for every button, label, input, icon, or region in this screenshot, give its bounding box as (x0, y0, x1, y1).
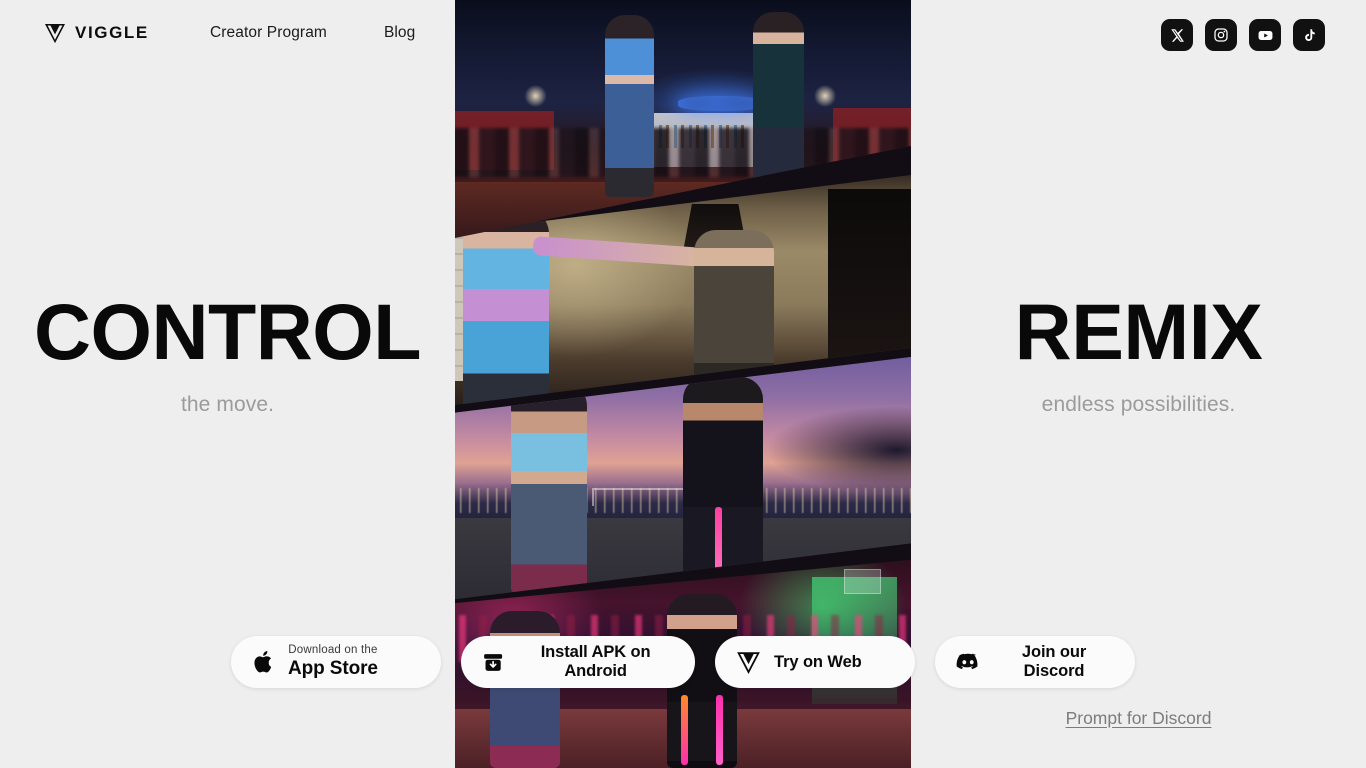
download-box-icon (484, 653, 503, 671)
nav-item-blog[interactable]: Blog (384, 24, 415, 42)
app-store-button[interactable]: Download on the App Store (231, 636, 441, 688)
hero-right: REMIX endless possibilities. (911, 287, 1366, 417)
install-apk-label: Install APK on Android (540, 643, 651, 680)
prompt-for-discord-link-wrap: Prompt for Discord (911, 708, 1366, 729)
landing-page: VIGGLE Creator Program Blog CONTROL the … (0, 0, 1366, 768)
apple-icon (254, 651, 272, 673)
social-links (1161, 19, 1325, 51)
viggle-v-icon (45, 23, 65, 44)
join-discord-label: Join our Discord (1021, 643, 1087, 680)
site-header: VIGGLE Creator Program Blog (0, 0, 1366, 70)
youtube-icon (1258, 30, 1272, 40)
prompt-for-discord-link[interactable]: Prompt for Discord (1066, 708, 1212, 728)
try-on-web-button[interactable]: Try on Web (715, 636, 915, 688)
install-apk-button[interactable]: Install APK on Android (461, 636, 695, 688)
x-twitter-icon (1170, 28, 1184, 42)
join-discord-button[interactable]: Join our Discord (935, 636, 1135, 688)
hero-left: CONTROL the move. (0, 287, 455, 417)
tiktok-icon (1304, 28, 1315, 41)
social-link-tiktok[interactable] (1293, 19, 1325, 51)
nav-item-creator-program[interactable]: Creator Program (210, 24, 327, 42)
hero-left-title: CONTROL (33, 287, 422, 376)
viggle-v-icon (737, 651, 760, 674)
try-on-web-label: Try on Web (774, 652, 862, 671)
app-store-big-label: App Store (288, 658, 378, 680)
discord-icon (956, 653, 978, 670)
social-link-instagram[interactable] (1205, 19, 1237, 51)
brand-name: VIGGLE (75, 23, 149, 42)
brand-logo[interactable]: VIGGLE (44, 22, 149, 44)
cta-button-row: Download on the App Store Install APK on… (0, 636, 1366, 688)
social-link-x[interactable] (1161, 19, 1193, 51)
social-link-youtube[interactable] (1249, 19, 1281, 51)
main-nav: Creator Program Blog (210, 24, 415, 42)
hero-left-subtitle: the move. (180, 392, 275, 416)
hero-right-subtitle: endless possibilities. (1041, 392, 1236, 416)
app-store-small-label: Download on the (288, 644, 378, 657)
instagram-icon (1214, 28, 1228, 42)
hero-right-title: REMIX (1014, 287, 1263, 376)
